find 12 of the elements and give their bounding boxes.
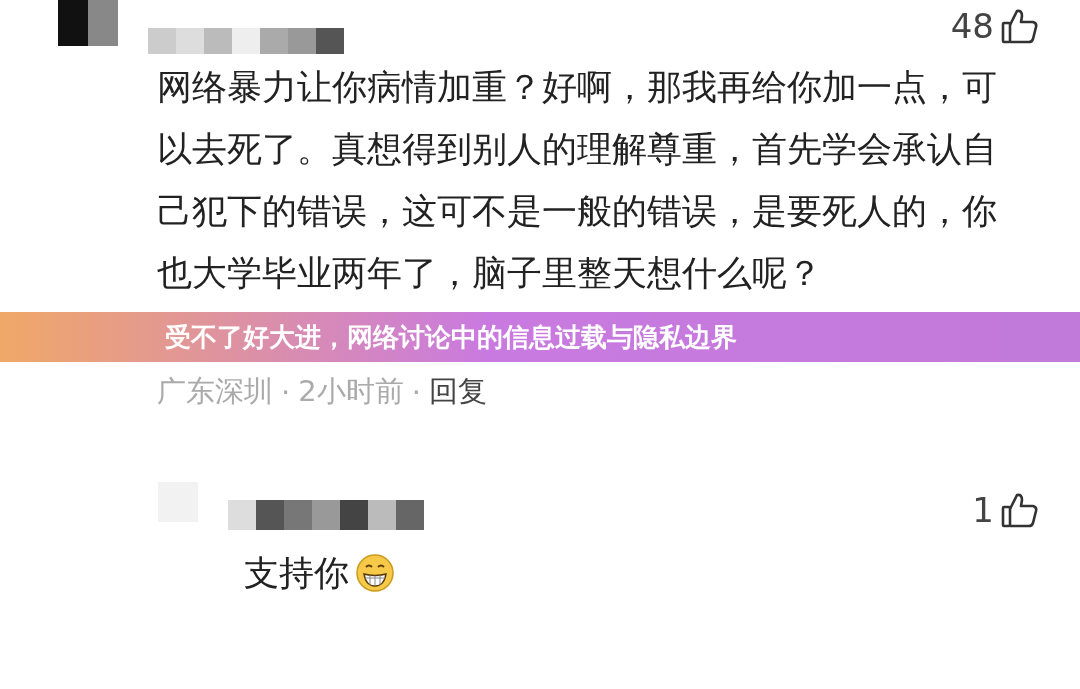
separator-dot: ·	[281, 375, 291, 409]
headline-banner: 受不了好大进，网络讨论中的信息过载与隐私边界	[0, 312, 1080, 362]
comment-text: 支持你	[244, 552, 349, 595]
pixelated-avatar	[58, 0, 118, 46]
separator-dot: ·	[411, 375, 421, 409]
like-button[interactable]: 1	[972, 490, 1040, 530]
comment-time: 2小时前	[298, 373, 404, 410]
reply-link[interactable]: 回复	[428, 372, 487, 412]
comment-location: 广东深圳	[157, 373, 273, 410]
like-button[interactable]: 48	[950, 6, 1040, 46]
grinning-face-icon	[355, 553, 395, 593]
comment-text: 网络暴力让你病情加重？好啊，那我再给你加一点，可以去死了。真想得到别人的理解尊重，首先学会承认自己犯下的错误，这可不是一般的错误，是要死人的，你也大学毕业两年了，脑子里整天想什么呢？	[157, 66, 998, 295]
